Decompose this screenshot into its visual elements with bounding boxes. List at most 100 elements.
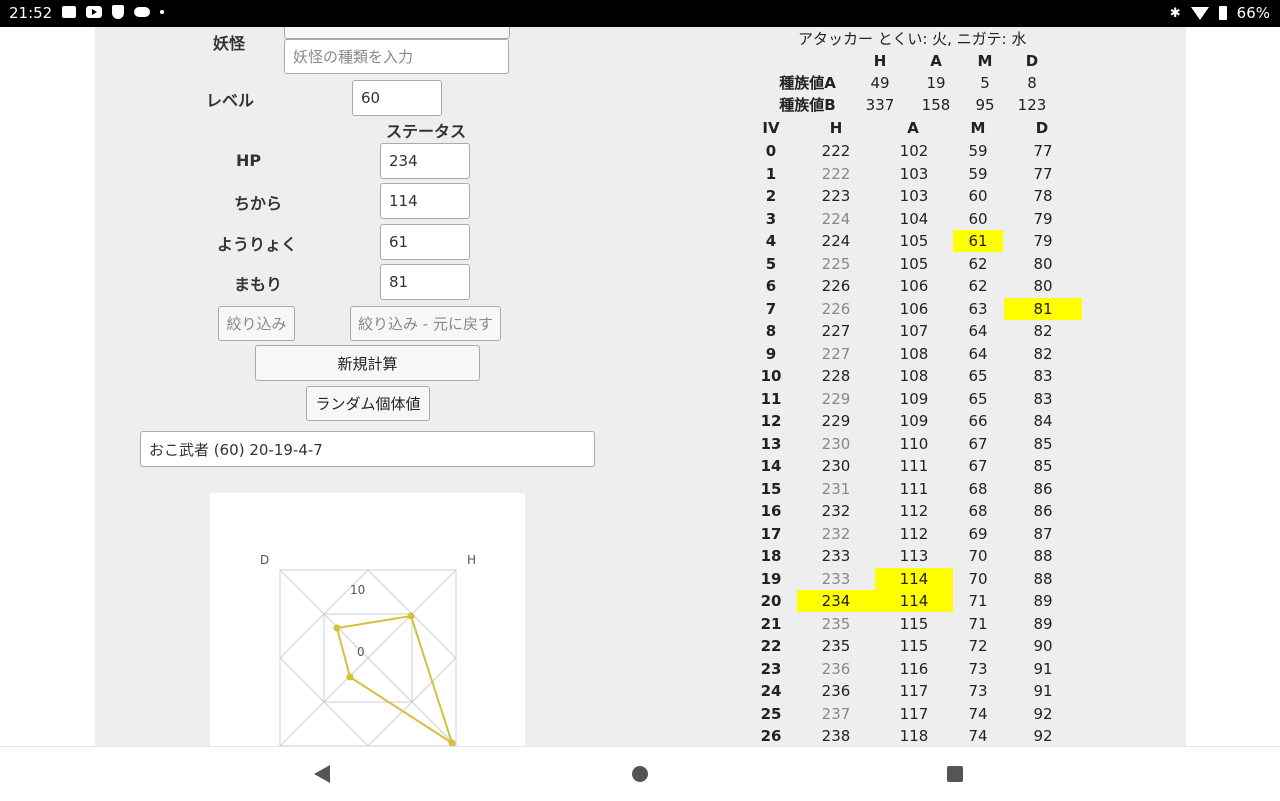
table-row-iv: 18 bbox=[760, 547, 782, 565]
table-cell-a: 104 bbox=[899, 209, 929, 228]
table-cell-h: 223 bbox=[821, 187, 851, 205]
table-header-h: H bbox=[829, 119, 843, 137]
table-cell-d: 84 bbox=[1033, 412, 1053, 430]
cloud-icon bbox=[134, 7, 150, 17]
table-cell-a: 114 bbox=[875, 590, 953, 612]
notification-icons bbox=[62, 5, 164, 19]
table-cell-d: 89 bbox=[1033, 614, 1053, 633]
table-cell-m: 69 bbox=[968, 524, 988, 543]
base-col-head-d: D bbox=[1025, 52, 1039, 70]
table-cell-h: 227 bbox=[821, 322, 851, 340]
home-icon[interactable] bbox=[632, 766, 648, 782]
table-cell-a: 109 bbox=[899, 412, 929, 430]
table-row-iv: 5 bbox=[765, 254, 777, 273]
table-cell-a: 118 bbox=[899, 727, 929, 745]
nav-bar bbox=[0, 746, 1280, 801]
table-cell-m: 70 bbox=[968, 569, 988, 588]
table-row-iv: 15 bbox=[760, 479, 782, 498]
table-cell-m: 71 bbox=[968, 614, 988, 633]
table-cell-d: 79 bbox=[1033, 232, 1053, 250]
table-cell-a: 117 bbox=[899, 682, 929, 700]
table-row-iv: 20 bbox=[760, 592, 782, 610]
type-line: アタッカー とくい: 火, ニガテ: 水 bbox=[798, 30, 1027, 48]
table-cell-d: 82 bbox=[1033, 322, 1053, 340]
table-cell-d: 91 bbox=[1033, 682, 1053, 700]
table-row-iv: 23 bbox=[760, 659, 782, 678]
table-cell-h: 228 bbox=[821, 367, 851, 385]
table-cell-m: 65 bbox=[968, 389, 988, 408]
table-cell-h: 227 bbox=[821, 344, 851, 363]
table-cell-d: 89 bbox=[1033, 592, 1053, 610]
table-cell-h: 232 bbox=[821, 502, 851, 520]
table-cell-a: 106 bbox=[899, 299, 929, 318]
table-row-iv: 4 bbox=[765, 232, 777, 250]
table-cell-h: 234 bbox=[797, 590, 875, 612]
table-cell-a: 108 bbox=[899, 344, 929, 363]
table-row-iv: 19 bbox=[760, 569, 782, 588]
table-cell-d: 88 bbox=[1033, 547, 1053, 565]
table-cell-m: 70 bbox=[968, 547, 988, 565]
table-cell-a: 106 bbox=[899, 277, 929, 295]
stats-table: アタッカー とくい: 火, ニガテ: 水 H A M D 種族値A 49 19 5 8 種族値B 3… bbox=[95, 27, 1186, 746]
table-row-iv: 2 bbox=[765, 187, 777, 205]
table-cell-m: 66 bbox=[968, 412, 988, 430]
table-cell-d: 83 bbox=[1033, 367, 1053, 385]
table-cell-m: 67 bbox=[968, 457, 988, 475]
table-cell-a: 116 bbox=[899, 659, 929, 678]
table-cell-h: 226 bbox=[821, 299, 851, 318]
table-cell-a: 105 bbox=[899, 254, 929, 273]
battery-percent: 66% bbox=[1236, 4, 1270, 22]
table-cell-d: 87 bbox=[1033, 524, 1053, 543]
table-cell-m: 62 bbox=[968, 254, 988, 273]
table-cell-m: 74 bbox=[968, 704, 988, 723]
table-cell-m: 68 bbox=[968, 502, 988, 520]
base-a-value: 8 bbox=[1027, 74, 1037, 92]
table-cell-d: 85 bbox=[1033, 434, 1053, 453]
table-cell-d: 85 bbox=[1033, 457, 1053, 475]
table-cell-m: 64 bbox=[968, 344, 988, 363]
base-a-label: 種族値A bbox=[779, 74, 836, 92]
base-b-value: 123 bbox=[1017, 96, 1047, 114]
back-icon[interactable] bbox=[314, 765, 330, 783]
base-b-value: 158 bbox=[921, 96, 951, 114]
table-row-iv: 10 bbox=[760, 367, 782, 385]
table-row-iv: 8 bbox=[765, 322, 777, 340]
table-cell-a: 113 bbox=[899, 547, 929, 565]
table-cell-a: 111 bbox=[899, 457, 929, 475]
table-cell-h: 235 bbox=[821, 614, 851, 633]
system-icons: ✱ 66% bbox=[1170, 4, 1270, 22]
table-cell-d: 79 bbox=[1033, 209, 1053, 228]
table-cell-h: 229 bbox=[821, 412, 851, 430]
battery-icon bbox=[1218, 6, 1227, 20]
table-cell-h: 237 bbox=[821, 704, 851, 723]
table-cell-a: 103 bbox=[899, 187, 929, 205]
table-cell-d: 77 bbox=[1033, 142, 1053, 160]
table-row-iv: 24 bbox=[760, 682, 782, 700]
table-cell-d: 88 bbox=[1033, 569, 1053, 588]
table-header-iv: IV bbox=[762, 119, 780, 137]
base-a-value: 5 bbox=[980, 74, 990, 92]
wifi-icon bbox=[1190, 6, 1209, 20]
table-cell-m: 68 bbox=[968, 479, 988, 498]
table-cell-a: 110 bbox=[899, 434, 929, 453]
table-row-iv: 6 bbox=[765, 277, 777, 295]
table-cell-m: 64 bbox=[968, 322, 988, 340]
table-cell-h: 233 bbox=[821, 569, 851, 588]
table-cell-h: 224 bbox=[821, 209, 851, 228]
table-cell-h: 222 bbox=[821, 142, 851, 160]
table-cell-h: 229 bbox=[821, 389, 851, 408]
more-notifications-icon bbox=[160, 10, 164, 14]
table-cell-m: 60 bbox=[968, 209, 988, 228]
table-cell-d: 83 bbox=[1033, 389, 1053, 408]
table-row-iv: 21 bbox=[760, 614, 782, 633]
table-row-iv: 13 bbox=[760, 434, 782, 453]
table-cell-h: 230 bbox=[821, 434, 851, 453]
table-row-iv: 11 bbox=[760, 389, 782, 408]
table-cell-d: 80 bbox=[1033, 254, 1053, 273]
table-cell-d: 78 bbox=[1033, 187, 1053, 205]
table-cell-h: 238 bbox=[821, 727, 851, 745]
recents-icon[interactable] bbox=[947, 766, 963, 782]
table-cell-m: 67 bbox=[968, 434, 988, 453]
table-cell-a: 112 bbox=[899, 502, 929, 520]
table-cell-a: 111 bbox=[899, 479, 929, 498]
